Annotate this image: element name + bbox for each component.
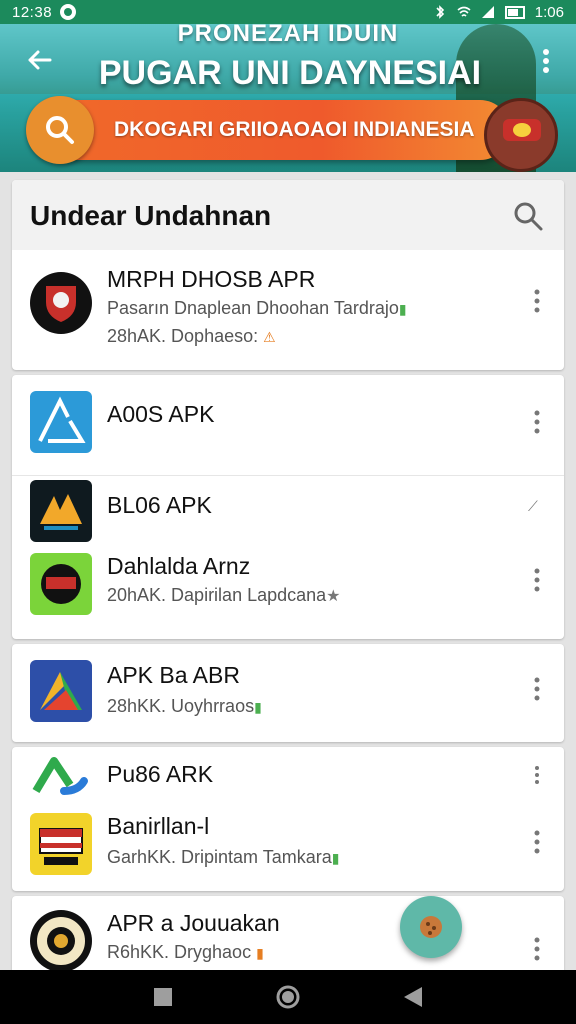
more-vert-icon[interactable]: [528, 827, 546, 857]
circle-icon: [276, 985, 300, 1009]
warning-icon: ⚠: [263, 329, 276, 345]
notification-icon: [60, 4, 77, 20]
badge-icon: ▮: [256, 945, 264, 961]
app-meta: GarhKK. Dripintam Tamkara▮: [107, 847, 340, 867]
back-nav-button[interactable]: [399, 983, 427, 1011]
app-meta: 20hAK. Dapirilan Lapdcana★: [107, 585, 341, 605]
app-name: Banirllan-l: [107, 813, 210, 839]
back-button[interactable]: [24, 44, 56, 76]
list-card-title: Undear Undahnan: [30, 200, 272, 231]
app-logo-icon: [41, 564, 81, 604]
more-vert-icon: [543, 49, 549, 73]
search-banner[interactable]: DKOGARI GRIIOAOAOI INDIANESIA: [40, 100, 510, 160]
search-icon: [46, 116, 74, 144]
list-card: Undear Undahnan MRPH DHOSB APR Pasarın D…: [12, 180, 564, 370]
list-item[interactable]: APR a Jouuakan R6hKK. Dryghaoc ▮: [12, 896, 564, 976]
more-vert-icon[interactable]: [528, 407, 546, 437]
app-logo-icon: [32, 757, 88, 795]
app-icon-b: [30, 480, 92, 542]
triangle-back-icon: [404, 987, 423, 1007]
banner-title: PUGAR UNI DAYNESIAI: [98, 54, 482, 92]
list-item[interactable]: MRPH DHOSB APR Pasarın Dnaplean Dhoohan …: [12, 250, 564, 370]
emblem-icon: [33, 913, 89, 969]
shield-icon: [46, 286, 76, 322]
app-meta: R6hKK. Dryghaoc ▮: [107, 942, 264, 962]
list-item[interactable]: Dahlalda Arnz 20hAK. Dapirilan Lapdcana★: [12, 549, 564, 639]
flag-icon: [39, 828, 83, 865]
home-button[interactable]: [274, 983, 302, 1011]
wifi-icon: [457, 6, 471, 17]
list-card: APR a Jouuakan R6hKK. Dryghaoc ▮: [12, 896, 564, 976]
pin-icon[interactable]: ⟋: [528, 498, 542, 514]
more-vert-icon[interactable]: [528, 565, 546, 595]
app-icon-c: [30, 553, 92, 615]
cookie-icon: [420, 916, 442, 938]
app-name: APR a Jouuakan: [107, 910, 280, 936]
more-vert-icon[interactable]: [528, 674, 546, 704]
badge-icon: ▮: [254, 699, 262, 715]
status-time-right: 1:06: [534, 3, 564, 21]
signal-icon: [481, 6, 494, 18]
app-name: Dahlalda Arnz: [107, 553, 251, 579]
more-vert-icon[interactable]: [528, 763, 546, 787]
search-button[interactable]: [26, 96, 94, 164]
list-card: Pu86 ARK Banirllan-l GarhKK. Dripintam T…: [12, 747, 564, 891]
app-logo-icon: [40, 494, 82, 530]
list-item[interactable]: Banirllan-l GarhKK. Dripintam Tamkara▮: [12, 803, 564, 891]
list-item[interactable]: A00S APK: [12, 375, 564, 475]
app-list: Undear Undahnan MRPH DHOSB APR Pasarın D…: [12, 180, 564, 981]
app-icon-g: [30, 910, 92, 972]
square-icon: [153, 988, 172, 1006]
list-item[interactable]: BL06 APK ⟋: [12, 475, 564, 549]
header-banner: PRONEZAH IDUIN PUGAR UNI DAYNESIAI DKOGA…: [0, 24, 576, 172]
app-logo-icon: [40, 672, 82, 710]
status-time: 12:38: [12, 3, 53, 21]
status-icons: 1:06: [433, 4, 564, 21]
app-meta-2: 28hAK. Dophaeso: ⚠: [107, 326, 276, 346]
status-bar: 12:38 1:06: [0, 0, 576, 24]
app-name: APK Ba ABR: [107, 662, 240, 688]
badge-icon: ▮: [398, 301, 407, 317]
overflow-menu-button[interactable]: [534, 46, 558, 76]
app-meta: Pasarın Dnaplean Dhoohan Tardrajo▮: [107, 298, 407, 318]
app-name: Pu86 ARK: [107, 761, 214, 787]
star-icon: ★: [326, 588, 341, 605]
floating-action-button[interactable]: [400, 896, 462, 958]
list-card-header: Undear Undahnan: [12, 180, 564, 250]
app-icon-d: [30, 660, 92, 722]
app-icon-e: [30, 755, 92, 799]
list-card: A00S APK BL06 APK ⟋ Dahlalda Arnz 20hAK.…: [12, 375, 564, 639]
list-item[interactable]: APK Ba ABR 28hKK. Uoyhrraos▮: [12, 644, 564, 742]
search-icon[interactable]: [512, 200, 544, 232]
app-name: BL06 APK: [107, 492, 212, 518]
mascot-logo: [484, 98, 558, 172]
app-icon-a: [30, 391, 92, 453]
app-meta: 28hKK. Uoyhrraos▮: [107, 696, 262, 716]
arrow-left-icon: [28, 50, 52, 70]
system-nav-bar: [0, 970, 576, 1024]
recents-button[interactable]: [149, 983, 177, 1011]
app-logo-icon: [38, 396, 86, 443]
search-banner-text: DKOGARI GRIIOAOAOI INDIANESIA: [114, 118, 475, 141]
app-icon-shield: [30, 272, 92, 334]
banner-subtitle: PRONEZAH IDUIN: [177, 24, 399, 47]
list-item[interactable]: Pu86 ARK: [12, 747, 564, 803]
app-name: MRPH DHOSB APR: [107, 266, 316, 292]
more-vert-icon[interactable]: [528, 934, 546, 964]
list-card: APK Ba ABR 28hKK. Uoyhrraos▮: [12, 644, 564, 742]
bluetooth-icon: [436, 5, 444, 19]
battery-icon: [504, 5, 525, 19]
more-vert-icon[interactable]: [528, 286, 546, 316]
app-icon-f: [30, 813, 92, 875]
badge-icon: ▮: [331, 850, 340, 866]
app-name: A00S APK: [107, 401, 215, 427]
